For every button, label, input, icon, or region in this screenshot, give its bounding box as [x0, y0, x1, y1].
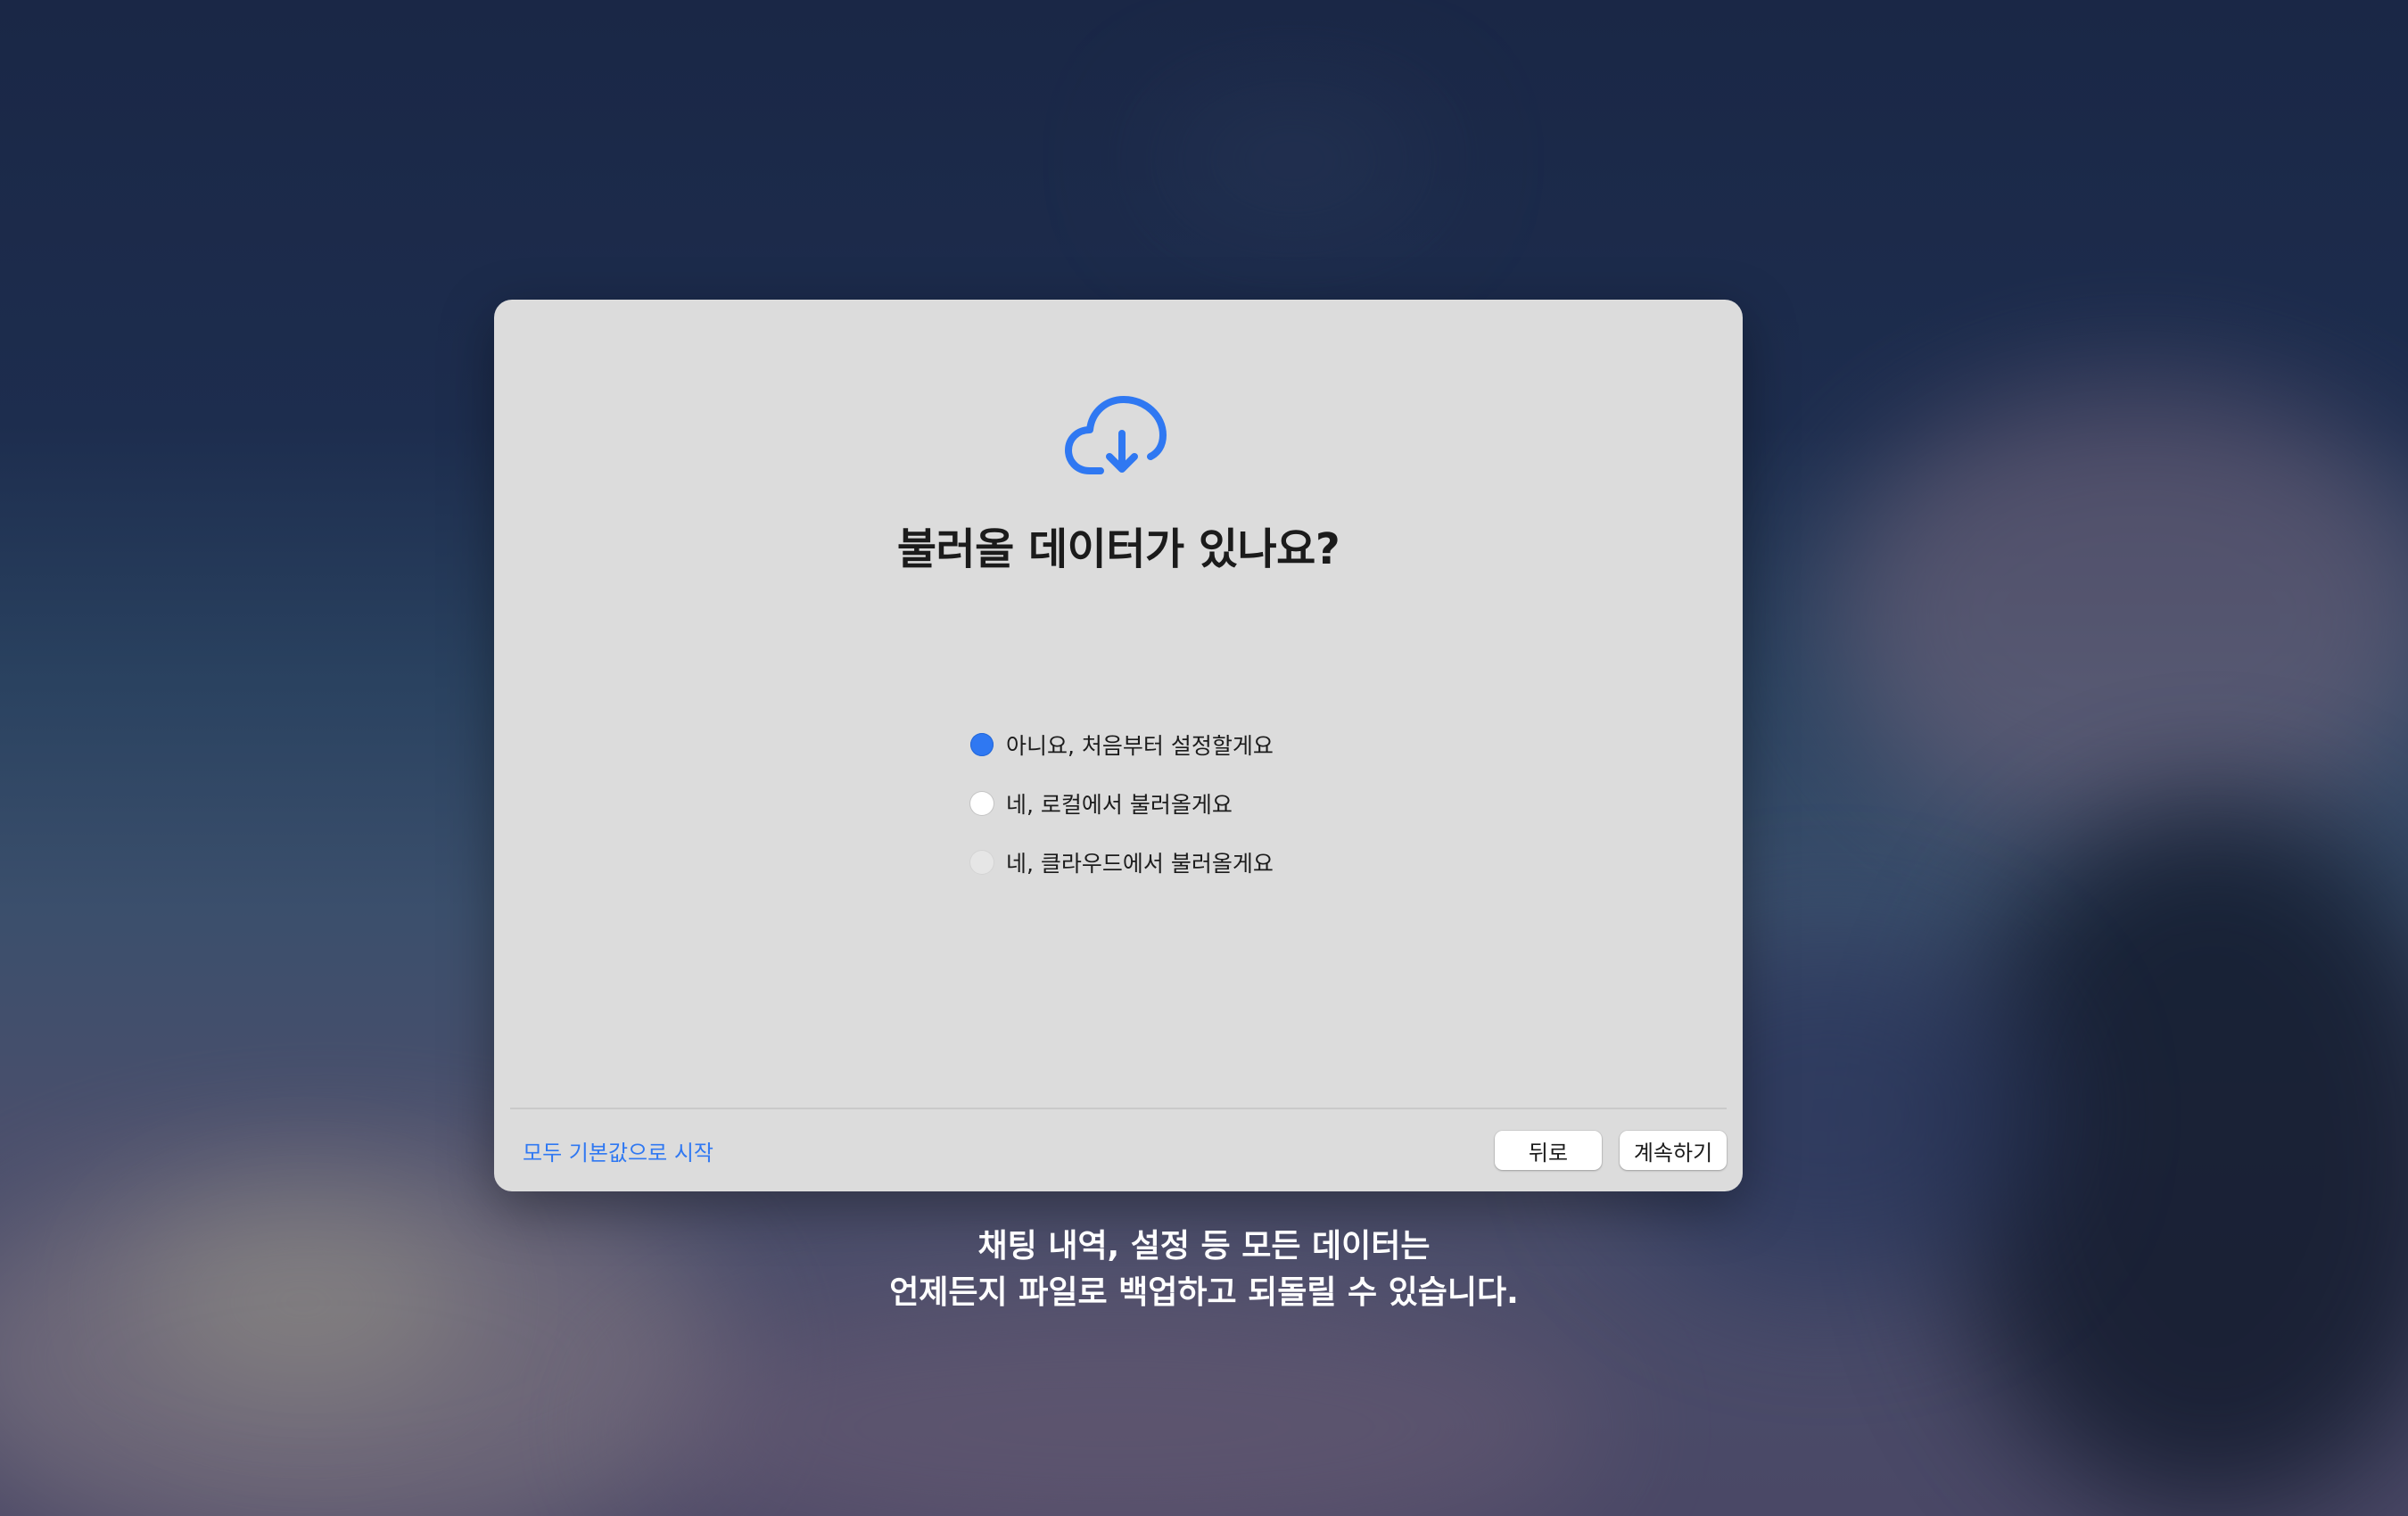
option-start-fresh[interactable]: 아니요, 처음부터 설정할게요: [970, 715, 1505, 774]
caption-line: 언제든지 파일로 백업하고 되돌릴 수 있습니다.: [889, 1274, 1519, 1311]
option-label: 아니요, 처음부터 설정할게요: [1006, 733, 1274, 759]
caption-line: 채팅 내역, 설정 등 모든 데이터는: [977, 1228, 1431, 1265]
option-import-local[interactable]: 네, 로컬에서 불러올게요: [970, 774, 1505, 833]
start-with-defaults-link[interactable]: 모두 기본값으로 시작: [523, 1135, 713, 1166]
dialog-title: 불러올 데이터가 있나요?: [896, 524, 1340, 574]
option-import-cloud[interactable]: 네, 클라우드에서 불러올게요: [970, 833, 1505, 892]
option-label: 네, 로컬에서 불러올게요: [1006, 792, 1233, 818]
background-cloud-blur: [624, 1293, 1605, 1516]
background-cloud-blur: [1828, 383, 2408, 847]
cloud-download-icon: [1065, 396, 1167, 474]
continue-button[interactable]: 계속하기: [1620, 1131, 1727, 1170]
backup-info-caption: 채팅 내역, 설정 등 모든 데이터는 언제든지 파일로 백업하고 되돌릴 수 …: [0, 1224, 2408, 1316]
radio-button[interactable]: [970, 851, 994, 874]
option-label: 네, 클라우드에서 불러올게요: [1006, 851, 1274, 877]
background-cloud-blur: [1159, 107, 1427, 214]
radio-button-selected[interactable]: [970, 733, 994, 756]
back-button[interactable]: 뒤로: [1495, 1131, 1602, 1170]
radio-button[interactable]: [970, 792, 994, 815]
import-options-radio-group: 아니요, 처음부터 설정할게요 네, 로컬에서 불러올게요 네, 클라우드에서 …: [970, 715, 1505, 892]
footer-divider: [510, 1108, 1727, 1109]
import-data-dialog: 불러올 데이터가 있나요? 아니요, 처음부터 설정할게요 네, 로컬에서 불러…: [494, 300, 1743, 1191]
